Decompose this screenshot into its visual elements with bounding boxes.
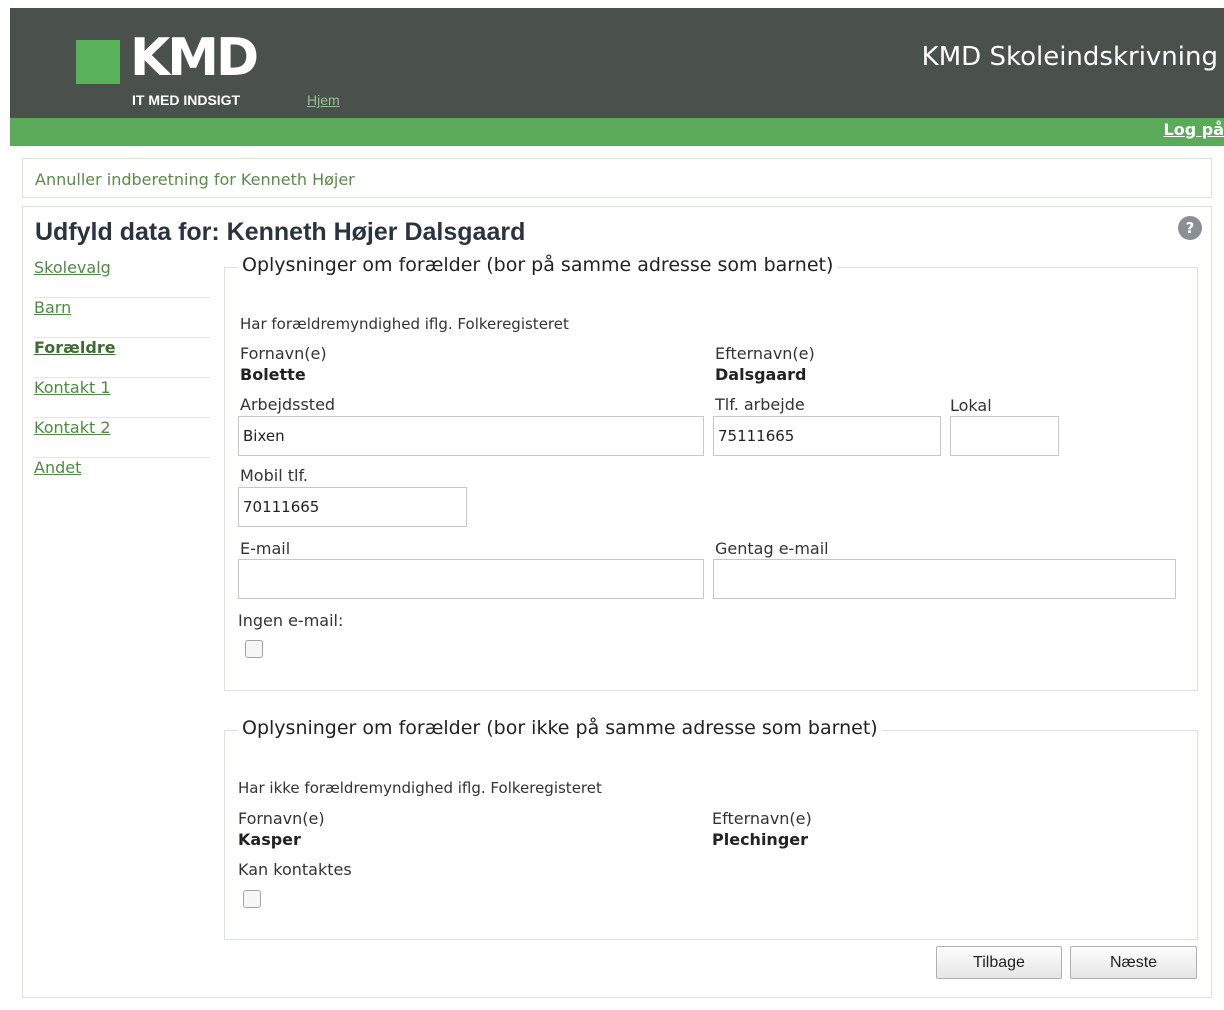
sidebar-item-skolevalg[interactable]: Skolevalg [34, 258, 210, 298]
app-title: KMD Skoleindskrivning [921, 42, 1218, 72]
green-bar: Log på [10, 118, 1224, 146]
help-icon[interactable]: ? [1178, 216, 1202, 240]
email-repeat-input[interactable] [713, 559, 1176, 599]
parent2-lastname: Plechinger [712, 830, 809, 849]
work-phone-input[interactable] [713, 416, 941, 456]
login-link[interactable]: Log på [1164, 120, 1224, 139]
no-email-checkbox[interactable] [245, 640, 263, 658]
sidebar-item-label[interactable]: Barn [34, 298, 71, 317]
workplace-label: Arbejdssted [240, 395, 336, 414]
sidebar-item-barn[interactable]: Barn [34, 298, 210, 338]
back-button[interactable]: Tilbage [936, 946, 1062, 979]
sidebar-item-label[interactable]: Andet [34, 458, 81, 477]
sidebar-item-label[interactable]: Kontakt 1 [34, 378, 111, 397]
parent1-lastname-label: Efternavn(e) [715, 344, 815, 363]
home-link[interactable]: Hjem [307, 92, 340, 108]
email-label: E-mail [240, 539, 291, 558]
cancel-report-link[interactable]: Annuller indberetning for Kenneth Højer [35, 170, 355, 189]
header-bar: KMD IT MED INDSIGT Hjem KMD Skoleindskri… [10, 8, 1224, 118]
workplace-input[interactable] [238, 416, 704, 456]
extension-label: Lokal [950, 396, 992, 415]
parent2-custody-note: Har ikke forældremyndighed iflg. Folkere… [238, 779, 602, 797]
page-title: Udfyld data for: Kenneth Højer Dalsgaard [35, 218, 526, 246]
extension-input[interactable] [950, 416, 1059, 456]
cancel-box: Annuller indberetning for Kenneth Højer [22, 158, 1212, 198]
sidebar-item-kontakt-2[interactable]: Kontakt 2 [34, 418, 210, 458]
sidebar-item-andet[interactable]: Andet [34, 458, 210, 498]
parent1-legend: Oplysninger om forælder (bor på samme ad… [238, 254, 838, 276]
email-input[interactable] [238, 559, 704, 599]
parent2-legend: Oplysninger om forælder (bor ikke på sam… [238, 717, 882, 739]
parent1-firstname-label: Fornavn(e) [240, 344, 327, 363]
sidebar-item-label[interactable]: Forældre [34, 338, 116, 357]
sidebar-item-label[interactable]: Skolevalg [34, 258, 111, 277]
email-repeat-label: Gentag e-mail [715, 539, 829, 558]
contactable-checkbox[interactable] [243, 890, 261, 908]
tagline: IT MED INDSIGT [132, 92, 241, 108]
work-phone-label: Tlf. arbejde [715, 395, 805, 414]
contactable-label: Kan kontaktes [238, 860, 352, 879]
mobile-label: Mobil tlf. [240, 466, 308, 485]
mobile-input[interactable] [238, 487, 467, 527]
logo-square [76, 40, 120, 84]
logo: KMD [130, 28, 259, 88]
no-email-label: Ingen e-mail: [238, 611, 344, 630]
parent2-firstname: Kasper [238, 830, 301, 849]
parent1-lastname: Dalsgaard [715, 365, 807, 384]
sidebar-item-label[interactable]: Kontakt 2 [34, 418, 111, 437]
parent2-fieldset [224, 730, 1198, 940]
parent1-firstname: Bolette [240, 365, 306, 384]
parent2-lastname-label: Efternavn(e) [712, 809, 812, 828]
next-button[interactable]: Næste [1070, 946, 1197, 979]
parent2-firstname-label: Fornavn(e) [238, 809, 325, 828]
sidebar-item-kontakt-1[interactable]: Kontakt 1 [34, 378, 210, 418]
sidebar-item-foraeldre[interactable]: Forældre [34, 338, 210, 378]
parent1-custody-note: Har forældremyndighed iflg. Folkeregiste… [240, 315, 569, 333]
